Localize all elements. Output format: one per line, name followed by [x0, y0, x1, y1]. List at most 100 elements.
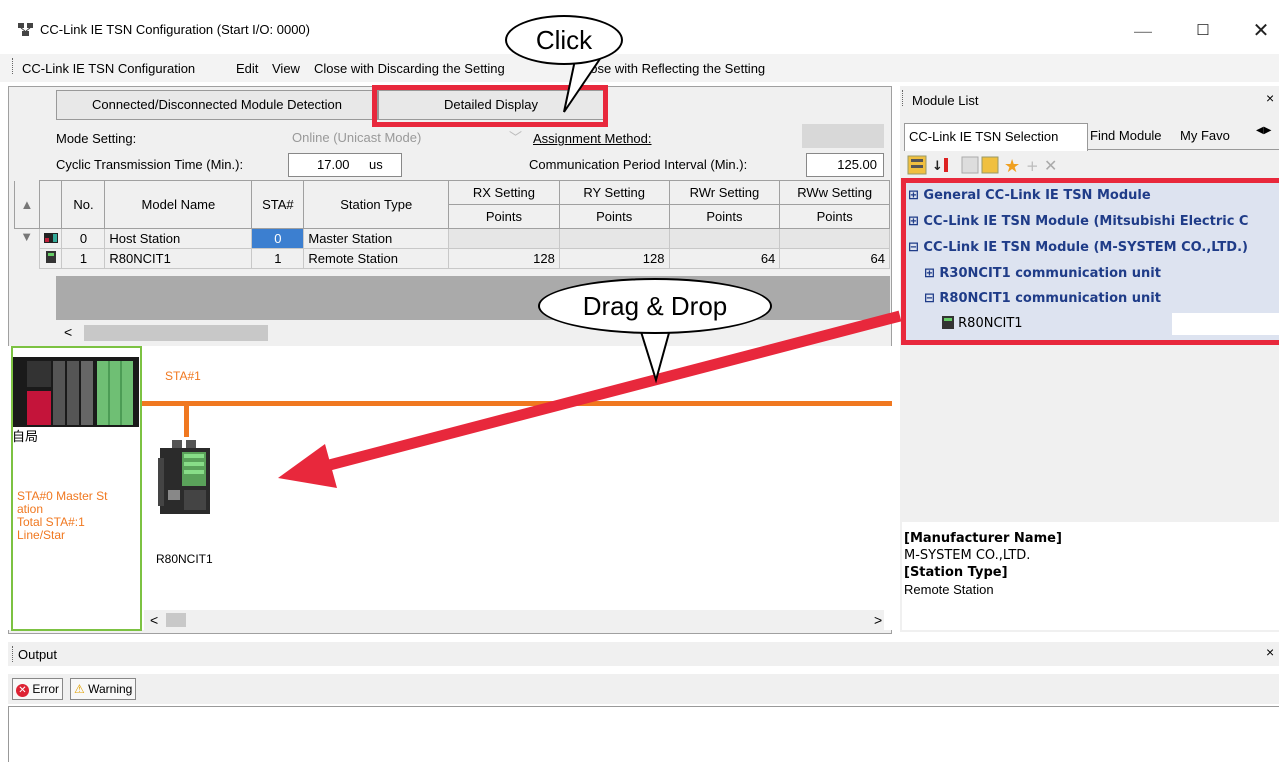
cell-rww: [779, 228, 890, 249]
station-type-value: Remote Station: [904, 582, 994, 597]
cell-rwr[interactable]: 64: [668, 248, 781, 269]
col-model-name: Model Name: [104, 180, 253, 229]
plc-rack-icon: [43, 233, 58, 243]
tab-tsn-selection[interactable]: CC-Link IE TSN Selection: [904, 123, 1088, 151]
drag-drop-callout: Drag & Drop: [538, 278, 772, 334]
col-rx-setting: RX Setting: [448, 180, 560, 205]
station-icon-cell: [38, 228, 63, 249]
cell-type: Master Station: [303, 228, 450, 249]
click-highlight-box: [372, 85, 608, 127]
cyclic-time-unit: us: [369, 157, 383, 172]
r80ncit1-device-image[interactable]: [158, 438, 214, 516]
icon-column-header: [38, 180, 63, 229]
minimize-button[interactable]: —: [1120, 14, 1166, 48]
network-bus-line: [142, 401, 892, 406]
cyclic-time-value: 17.00: [317, 157, 350, 172]
comm-period-field: 125.00: [806, 153, 884, 177]
net-scroll-thumb[interactable]: [166, 613, 186, 627]
warning-icon: ⚠: [74, 682, 85, 696]
output-header: [8, 642, 1279, 666]
cell-rww[interactable]: 64: [779, 248, 890, 269]
menu-close-discard[interactable]: Close with Discarding the Setting: [314, 61, 505, 76]
assignment-method-field: [802, 124, 884, 148]
close-output-icon[interactable]: ×: [1266, 644, 1274, 660]
col-ry-setting: RY Setting: [558, 180, 670, 205]
col-station-type: Station Type: [303, 180, 450, 229]
arrow-up-icon: ▲: [20, 196, 34, 212]
module-detection-button[interactable]: Connected/Disconnected Module Detection: [56, 90, 378, 120]
svg-text:+: +: [1026, 157, 1039, 175]
manufacturer-value: M-SYSTEM CO.,LTD.: [904, 548, 1031, 563]
col-rwr-setting: RWr Setting: [668, 180, 781, 205]
remote-module-icon: [45, 251, 56, 263]
output-log: [8, 706, 1279, 762]
filter-icon[interactable]: [961, 156, 979, 174]
mode-setting-select[interactable]: Online (Unicast Mode) ﹀: [288, 127, 528, 149]
maximize-button[interactable]: ☐: [1180, 14, 1226, 48]
menu-cc-link-config[interactable]: CC-Link IE TSN Configuration: [22, 61, 195, 76]
table-scroll-thumb[interactable]: [84, 325, 268, 341]
cyclic-time-label: Cyclic Transmission Time (Min.):: [56, 157, 244, 172]
warning-filter-button[interactable]: ⚠ Warning: [70, 678, 137, 700]
error-icon: ✕: [16, 684, 29, 697]
svg-text:★: ★: [1004, 156, 1020, 176]
table-row[interactable]: ▼ 0 Host Station 0 Master Station: [14, 228, 890, 269]
station-table: ▲ No. Model Name STA# Station Type RX Se…: [14, 180, 890, 269]
host-plc-image[interactable]: [13, 357, 139, 427]
cell-rwr: [668, 228, 781, 249]
col-rx-points: Points: [448, 204, 560, 229]
cell-rx[interactable]: 128: [448, 248, 560, 269]
scroll-left-icon[interactable]: <: [64, 324, 72, 340]
scroll-up-cell[interactable]: ▲: [14, 180, 40, 229]
sort-category-icon[interactable]: [907, 155, 927, 175]
error-filter-button[interactable]: ✕ Error: [12, 678, 64, 700]
output-grip: [12, 646, 14, 662]
cell-type: Remote Station: [303, 248, 450, 269]
favorite-star-icon[interactable]: ★: [1004, 156, 1020, 176]
col-rww-points: Points: [779, 204, 890, 229]
cell-sta[interactable]: 0: [251, 228, 305, 249]
cell-sta[interactable]: 1: [251, 248, 305, 269]
svg-text:↓: ↓: [932, 159, 943, 174]
scroll-down-cell[interactable]: ▼: [14, 228, 40, 269]
col-no: No.: [61, 180, 106, 229]
net-scroll-left-icon[interactable]: <: [150, 612, 158, 628]
warning-label: Warning: [88, 682, 133, 696]
network-horizontal-scrollbar[interactable]: [144, 610, 884, 630]
panel-grip: [902, 90, 904, 106]
expand-icon[interactable]: [981, 156, 999, 174]
cell-model: Host Station: [104, 228, 253, 249]
menu-edit[interactable]: Edit: [236, 61, 258, 76]
assignment-method-label: Assignment Method:: [533, 131, 652, 146]
col-sta: STA#: [251, 180, 305, 229]
network-config-icon: [18, 23, 33, 36]
module-list-title: Module List: [912, 93, 979, 108]
menu-close-reflect[interactable]: Close with Reflecting the Setting: [578, 61, 765, 76]
cell-model: R80NCIT1: [104, 248, 253, 269]
cell-ry[interactable]: 128: [558, 248, 670, 269]
manufacturer-label: [Manufacturer Name]: [904, 531, 1062, 546]
add-icon[interactable]: +: [1026, 157, 1039, 175]
menu-view[interactable]: View: [272, 61, 300, 76]
cell-rx: [448, 228, 560, 249]
tab-my-favorites[interactable]: My Favo: [1180, 128, 1230, 143]
cyclic-time-field: 17.00 us: [288, 153, 402, 177]
close-window-button[interactable]: ✕: [1238, 14, 1279, 48]
close-panel-icon[interactable]: ×: [1266, 90, 1274, 106]
tab-find-module[interactable]: Find Module: [1090, 128, 1162, 143]
table-row[interactable]: 1 R80NCIT1 1 Remote Station 128 128 64 6…: [15, 248, 890, 269]
station-icon-cell: [38, 248, 63, 269]
host-label: 自局: [12, 430, 39, 445]
comm-period-label: Communication Period Interval (Min.):: [529, 157, 748, 172]
click-callout: Click: [505, 15, 623, 65]
net-scroll-right-icon[interactable]: >: [874, 612, 882, 628]
svg-text:✕: ✕: [1044, 156, 1057, 175]
col-ry-points: Points: [558, 204, 670, 229]
menu-grip: [12, 58, 14, 74]
mode-setting-value: Online (Unicast Mode): [292, 130, 422, 145]
delete-icon[interactable]: ✕: [1044, 156, 1057, 175]
sort-alpha-icon[interactable]: ↓: [932, 158, 948, 174]
tab-scroll-icon[interactable]: ◀▶: [1256, 125, 1271, 136]
chevron-down-icon: ﹀: [508, 130, 522, 145]
output-title: Output: [18, 647, 58, 662]
